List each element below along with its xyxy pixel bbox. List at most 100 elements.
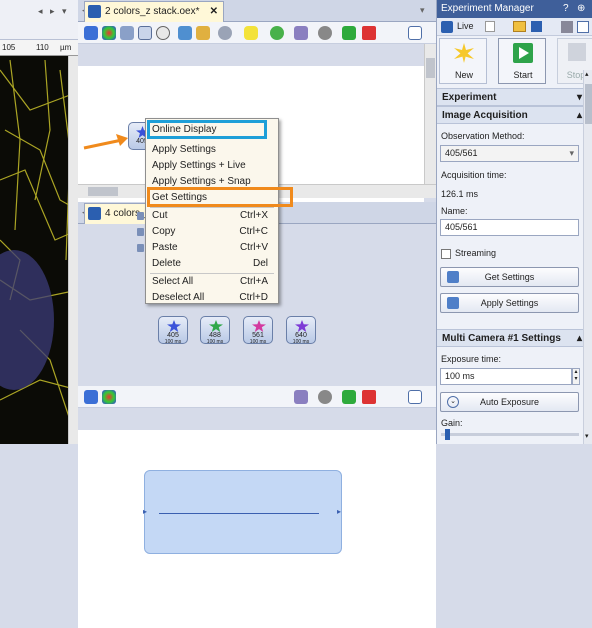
chain-connector: [159, 513, 319, 514]
add-star-icon[interactable]: [84, 26, 98, 40]
gain-slider-track[interactable]: [441, 433, 579, 436]
layout-icon[interactable]: [577, 21, 589, 33]
scroll-thumb[interactable]: [88, 187, 118, 196]
apply-settings-label: Apply Settings: [480, 298, 539, 308]
node-exposure: 100 ms: [206, 339, 224, 345]
timer-icon[interactable]: [156, 26, 170, 40]
image-acquisition-header[interactable]: Image Acquisition ▴: [437, 106, 592, 124]
next-arrow-icon[interactable]: ▸: [50, 6, 55, 17]
menu-item-apply-settings-live[interactable]: Apply Settings + Live: [146, 160, 278, 175]
region-icon[interactable]: [244, 26, 258, 40]
menu-separator: [150, 207, 274, 208]
bottom-experiment-canvas[interactable]: ▸ ▸: [78, 430, 436, 628]
gain-slider-thumb[interactable]: [445, 429, 450, 440]
add-icon[interactable]: [342, 390, 356, 404]
auto-exposure-button[interactable]: ⌄ Auto Exposure: [440, 392, 579, 412]
chain-node-488[interactable]: 488 100 ms: [200, 316, 230, 345]
delete-icon[interactable]: [362, 390, 376, 404]
live-label[interactable]: Live: [457, 21, 474, 31]
pin-icon[interactable]: ⊕: [577, 0, 585, 18]
get-settings-button[interactable]: Get Settings: [440, 267, 579, 287]
menu-item-delete[interactable]: Delete Del: [146, 258, 278, 273]
stack-icon[interactable]: [120, 26, 134, 40]
star-icon: [167, 320, 181, 332]
image-viewport[interactable]: [0, 0, 78, 444]
save-icon[interactable]: [531, 21, 542, 32]
dropdown-arrow-icon[interactable]: ▾: [62, 6, 67, 17]
copy-icon: [137, 228, 144, 236]
menu-item-select-all[interactable]: Select All Ctrl+A: [146, 276, 278, 291]
multiposition-icon[interactable]: [218, 26, 232, 40]
colors-icon[interactable]: [102, 26, 116, 40]
acquisition-block[interactable]: ▸ ▸: [143, 470, 342, 554]
play-triangle: [519, 47, 529, 59]
chain-node-561[interactable]: 561 100 ms: [243, 316, 273, 345]
panel-title-bar: Experiment Manager ? ⊕: [437, 0, 592, 18]
image-vertical-scrollbar[interactable]: [68, 56, 78, 444]
star-icon: [252, 320, 266, 332]
add-icon[interactable]: [342, 26, 356, 40]
multi-camera-header[interactable]: Multi Camera #1 Settings ▴: [437, 329, 592, 347]
record-icon[interactable]: [318, 390, 332, 404]
experiment-section-header[interactable]: Experiment ▾: [437, 88, 592, 106]
menu-separator: [150, 273, 274, 274]
observation-method-select[interactable]: 405/561 ▾: [440, 145, 579, 162]
top-canvas-vertical-scrollbar[interactable]: [424, 44, 436, 184]
branch-icon[interactable]: [294, 26, 308, 40]
z-step-icon[interactable]: [178, 26, 192, 40]
start-button[interactable]: Start: [498, 38, 546, 84]
chain-node-640[interactable]: 640 100 ms: [286, 316, 316, 345]
apply-settings-icon: [447, 297, 459, 309]
new-button-label: New: [454, 70, 473, 80]
tab-list-dropdown-icon[interactable]: ▾: [420, 5, 425, 16]
apply-settings-button[interactable]: Apply Settings: [440, 293, 579, 313]
tab-2-colors-z-stack[interactable]: 2 colors_z stack.oex* ✕: [84, 1, 224, 22]
collapse-chevron-icon[interactable]: ▴: [577, 330, 582, 348]
name-field[interactable]: 405/561: [440, 219, 579, 236]
streaming-checkbox[interactable]: [441, 249, 451, 259]
scroll-up-icon[interactable]: ▴: [585, 70, 589, 78]
open-folder-icon[interactable]: [513, 21, 526, 32]
menu-item-shortcut: Ctrl+D: [239, 292, 268, 303]
record-icon[interactable]: [318, 26, 332, 40]
panel-vertical-scrollbar[interactable]: ▴ ▾: [583, 70, 592, 444]
colors-icon[interactable]: [102, 390, 116, 404]
layout-icon[interactable]: [408, 26, 422, 40]
collapse-chevron-icon[interactable]: ▾: [577, 89, 582, 107]
menu-item-deselect-all[interactable]: Deselect All Ctrl+D: [146, 292, 278, 307]
add-star-icon[interactable]: [84, 390, 98, 404]
scroll-thumb[interactable]: [426, 58, 435, 78]
context-menu: Online Display Apply Settings Apply Settin…: [137, 118, 293, 307]
exposure-spinner[interactable]: ▴ ▾: [572, 368, 580, 385]
observation-method-value: 405/561: [445, 148, 478, 158]
delete-icon[interactable]: [362, 26, 376, 40]
layout-icon[interactable]: [408, 390, 422, 404]
close-tab-icon[interactable]: ✕: [210, 2, 218, 22]
exposure-time-field[interactable]: 100 ms: [440, 368, 572, 385]
prev-arrow-icon[interactable]: ◂: [38, 6, 43, 17]
loop-icon[interactable]: [138, 26, 152, 40]
menu-item-paste[interactable]: Paste Ctrl+V: [146, 242, 278, 257]
cut-icon: [137, 212, 144, 220]
new-document-icon[interactable]: [485, 21, 495, 32]
chain-node-405[interactable]: 405 100 ms: [158, 316, 188, 345]
top-workspace-toolbar: [78, 22, 436, 44]
ruler-tick: 110: [36, 43, 49, 52]
collapse-chevron-icon[interactable]: ▴: [577, 107, 582, 125]
scroll-down-icon[interactable]: ▾: [585, 432, 589, 440]
menu-item-label: Cut: [152, 210, 168, 221]
scroll-thumb[interactable]: [585, 84, 592, 124]
menu-item-apply-settings[interactable]: Apply Settings: [146, 144, 278, 159]
menu-item-cut[interactable]: Cut Ctrl+X: [146, 210, 278, 225]
menu-item-label: Copy: [152, 226, 176, 237]
tools-icon[interactable]: [561, 21, 573, 33]
multi-camera-title: Multi Camera #1 Settings: [442, 333, 561, 344]
node-label: 488: [209, 332, 221, 339]
menu-item-copy[interactable]: Copy Ctrl+C: [146, 226, 278, 241]
help-icon[interactable]: ?: [563, 0, 569, 18]
branch-icon[interactable]: [294, 390, 308, 404]
new-button[interactable]: New: [439, 38, 487, 84]
menu-item-label: Apply Settings + Snap: [152, 176, 251, 187]
hourglass-icon[interactable]: [196, 26, 210, 40]
focus-icon[interactable]: [270, 26, 284, 40]
